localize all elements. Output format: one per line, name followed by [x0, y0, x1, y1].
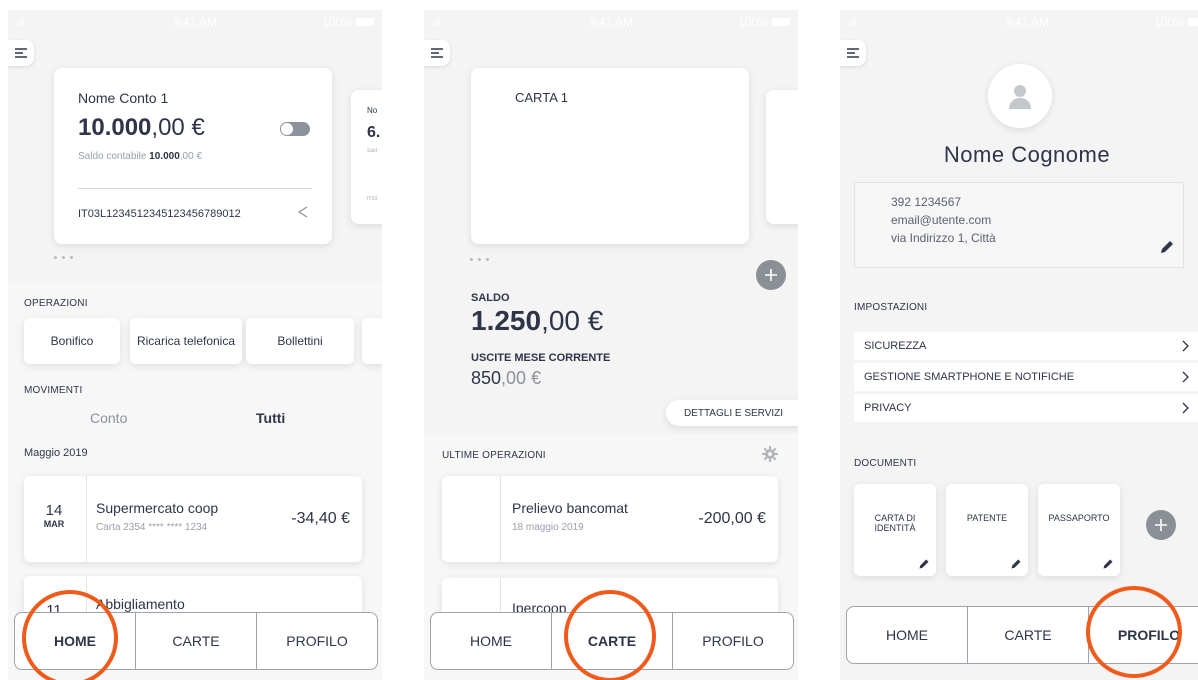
chevron-right-icon — [1182, 340, 1189, 352]
postal-address: via Indirizzo 1, Città — [891, 231, 996, 245]
add-card-button[interactable] — [756, 260, 786, 290]
menu-icon — [847, 48, 859, 58]
plus-icon — [1155, 519, 1167, 531]
op-more-tile[interactable] — [362, 318, 382, 364]
last-ops-label: ULTIME OPERAZIONI — [442, 450, 546, 461]
battery-indicator: 100% — [738, 15, 790, 29]
menu-button[interactable] — [424, 40, 450, 66]
account-iban: IT03L1234512345123456789012 — [78, 208, 241, 220]
battery-icon — [772, 18, 790, 26]
tab-profilo[interactable]: PROFILO — [673, 613, 793, 669]
divider — [78, 188, 312, 189]
email-address: email@utente.com — [891, 213, 992, 227]
profile-name: Nome Cognome — [943, 142, 1111, 167]
menu-button[interactable] — [840, 40, 866, 66]
settings-item-security[interactable]: SICUREZZA — [854, 332, 1198, 360]
tab-home[interactable]: HOME — [847, 607, 968, 663]
uscite-value: 850,00 € — [471, 368, 542, 388]
op-bonifico-button[interactable]: Bonifico — [24, 318, 120, 364]
settings-item-smartphone-notifications[interactable]: GESTIONE SMARTPHONE E NOTIFICHE — [854, 363, 1198, 391]
share-icon[interactable] — [296, 205, 310, 219]
tab-conto[interactable]: Conto — [90, 410, 127, 426]
operations-label: OPERAZIONI — [24, 298, 88, 309]
profilo-screen: ıll 9:41 AM 100% Nome Cognome 392 123456… — [840, 10, 1198, 680]
tab-home[interactable]: HOME — [431, 613, 552, 669]
menu-icon — [431, 48, 443, 58]
account-balance: 10.000,00 € — [78, 114, 205, 141]
edit-icon[interactable] — [1102, 558, 1114, 570]
status-bar: ıll 9:41 AM 100% — [8, 10, 382, 32]
battery-icon — [356, 18, 374, 26]
uscite-label: USCITE MESE CORRENTE — [471, 352, 611, 364]
phone-number: 392 1234567 — [891, 195, 962, 209]
month-header: Maggio 2019 — [24, 447, 88, 459]
carousel-dots — [54, 256, 73, 259]
card-name: CARTA 1 — [515, 90, 568, 105]
tab-carte[interactable]: CARTE — [136, 613, 257, 669]
settings-label: IMPOSTAZIONI — [854, 302, 928, 313]
user-icon — [1009, 85, 1031, 109]
carousel-dots — [470, 258, 489, 261]
menu-button[interactable] — [8, 40, 34, 66]
balance-visibility-toggle[interactable] — [280, 122, 310, 136]
transaction-row[interactable]: Prelievo bancomat 18 maggio 2019 -200,00… — [442, 476, 778, 562]
tab-tutti[interactable]: Tutti — [256, 410, 285, 426]
plus-icon — [765, 269, 777, 281]
op-ricarica-button[interactable]: Ricarica telefonica — [130, 318, 242, 364]
edit-icon[interactable] — [1159, 239, 1175, 255]
highlight-circle — [22, 590, 118, 680]
status-bar: ıll 9:41 AM 100% — [840, 10, 1198, 32]
document-identity-card[interactable]: CARTA DI IDENTITÀ — [854, 484, 936, 576]
battery-indicator: 100% — [322, 15, 374, 29]
details-services-button[interactable]: DETTAGLI E SERVIZI — [666, 400, 798, 426]
transaction-row[interactable]: 14 MAR Supermercato coop Carta 2354 **** … — [24, 476, 362, 562]
status-bar: ıll 9:41 AM 100% — [424, 10, 798, 32]
account-name: Nome Conto 1 — [78, 90, 169, 106]
edit-icon[interactable] — [918, 558, 930, 570]
home-screen: ıll 9:41 AM 100% Nome Conto 1 10.000,00 … — [8, 10, 382, 680]
highlight-circle — [1086, 586, 1182, 678]
card-item[interactable]: CARTA 1 — [471, 68, 749, 244]
battery-icon — [1188, 18, 1198, 26]
saldo-label: SALDO — [471, 292, 510, 304]
chevron-right-icon — [1182, 402, 1189, 414]
chevron-right-icon — [1182, 371, 1189, 383]
carte-screen: ıll 9:41 AM 100% CARTA 1 SALDO 1.250,00 … — [424, 10, 798, 680]
document-driving-license[interactable]: PATENTE — [946, 484, 1028, 576]
next-account-card[interactable]: No 6. Sald IT03 — [351, 90, 382, 224]
tab-carte[interactable]: CARTE — [968, 607, 1089, 663]
settings-item-privacy[interactable]: PRIVACY — [854, 394, 1198, 422]
highlight-circle — [564, 590, 656, 680]
menu-icon — [15, 48, 27, 58]
tab-profilo[interactable]: PROFILO — [257, 613, 377, 669]
gear-icon[interactable] — [762, 446, 778, 462]
add-document-button[interactable] — [1146, 510, 1176, 540]
account-card[interactable]: Nome Conto 1 10.000,00 € Saldo contabile… — [54, 68, 332, 244]
avatar[interactable] — [988, 64, 1052, 128]
status-time: 9:41 AM — [1004, 15, 1050, 29]
edit-icon[interactable] — [1010, 558, 1022, 570]
battery-indicator: 100% — [1154, 15, 1198, 29]
document-passport[interactable]: PASSAPORTO — [1038, 484, 1120, 576]
account-available-balance: Saldo contabile 10.000,00 € — [78, 151, 203, 162]
movements-label: MOVIMENTI — [24, 385, 83, 396]
contact-info-box: 392 1234567 email@utente.com via Indiriz… — [854, 182, 1184, 268]
saldo-value: 1.250,00 € — [471, 305, 604, 336]
op-bollettini-button[interactable]: Bollettini — [246, 318, 354, 364]
documents-label: DOCUMENTI — [854, 458, 917, 469]
next-card[interactable] — [766, 90, 798, 224]
